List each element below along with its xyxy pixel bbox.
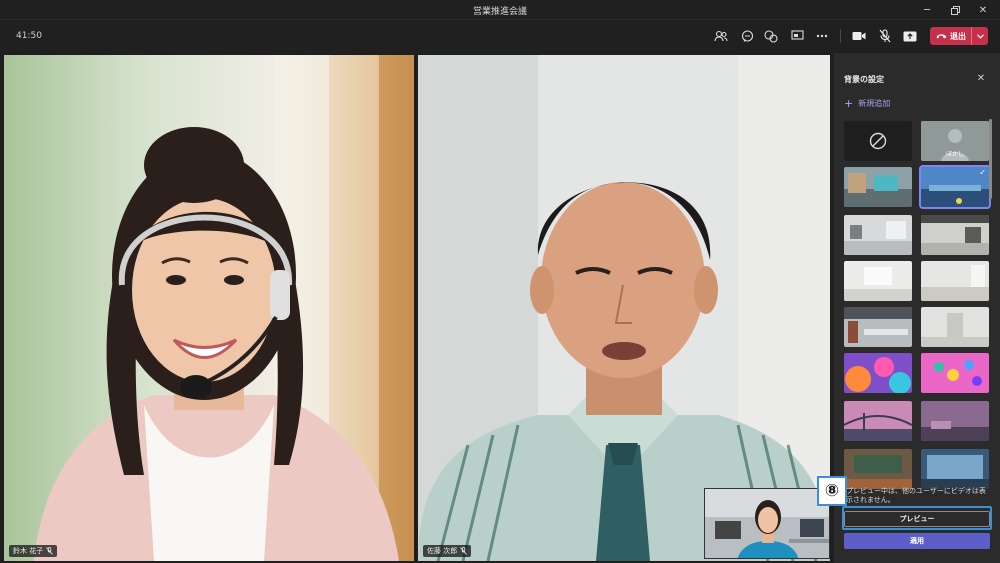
participant-name: 佐藤 次郎 [427, 547, 458, 555]
background-thumbnail[interactable] [844, 215, 912, 255]
chevron-down-icon[interactable] [972, 33, 988, 39]
restore-icon[interactable] [942, 2, 968, 18]
participant-video [418, 55, 830, 561]
chat-icon[interactable] [736, 26, 758, 46]
participant-tile[interactable]: 佐藤 次郎 [418, 55, 830, 561]
add-new-background-button[interactable]: + 新規追加 [844, 97, 890, 110]
leave-label: 退出 [950, 31, 966, 41]
bridge-thumbnail [844, 401, 912, 441]
meeting-toolbar: 41:50 退出 [0, 20, 1000, 52]
more-options-icon[interactable] [811, 26, 833, 46]
toolbar-divider [840, 29, 841, 43]
self-preview-image [705, 489, 829, 558]
hang-up-icon [936, 34, 947, 39]
leave-main[interactable]: 退出 [930, 27, 972, 45]
no-background-option[interactable] [844, 121, 912, 161]
white-room-thumbnail [844, 215, 912, 255]
loft-thumbnail [921, 215, 989, 255]
video-stage: 鈴木 花子 佐藤 次郎 [0, 53, 833, 561]
background-settings-panel: 背景の設定 ✕ + 新規追加 ぼかし ✓ プレビュー中は、他のユーザーにビデオは… [834, 53, 1000, 563]
background-thumbnail[interactable] [844, 307, 912, 347]
lounge-thumbnail [921, 401, 989, 441]
background-thumbnail-selected[interactable]: ✓ [919, 165, 991, 209]
preview-note: プレビュー中は、他のユーザーにビデオは表示されません。 [846, 487, 986, 504]
background-thumbnail[interactable] [921, 401, 989, 441]
step-number-badge: ⑧ [817, 476, 847, 506]
reactions-icon[interactable] [760, 26, 782, 46]
share-screen-icon[interactable] [786, 26, 808, 46]
mic-muted-icon [460, 547, 468, 555]
title-bar: 営業推進会議 ─ ✕ [0, 0, 1000, 20]
background-thumbnail[interactable] [921, 261, 989, 301]
bright-room-thumbnail [844, 261, 912, 301]
minimize-icon[interactable]: ─ [914, 2, 940, 18]
mic-muted-icon [46, 547, 54, 555]
background-thumbnail[interactable] [844, 261, 912, 301]
background-thumbnail[interactable] [921, 353, 989, 393]
blur-background-option[interactable]: ぼかし [921, 121, 989, 161]
participant-video [4, 55, 414, 561]
background-thumbnail[interactable] [844, 401, 912, 441]
background-thumbnail[interactable] [844, 167, 912, 207]
participant-tile[interactable]: 鈴木 花子 [4, 55, 414, 561]
checkmark-icon: ✓ [979, 168, 986, 177]
corridor-thumbnail [921, 307, 989, 347]
office-floor-thumbnail [844, 307, 912, 347]
window-title: 営業推進会議 [472, 7, 527, 17]
background-thumbnail[interactable] [921, 307, 989, 347]
balloons-thumbnail [921, 353, 989, 393]
self-preview-video[interactable] [704, 488, 830, 559]
background-thumbnail[interactable] [921, 215, 989, 255]
plus-icon: + [844, 97, 854, 110]
blur-label: ぼかし [945, 151, 964, 158]
apply-button[interactable]: 適用 [844, 533, 990, 549]
background-thumbnail[interactable] [844, 449, 912, 489]
close-window-icon[interactable]: ✕ [970, 2, 996, 18]
minimal-room-thumbnail [921, 261, 989, 301]
meeting-timer: 41:50 [16, 31, 42, 41]
participant-name-tag: 鈴木 花子 [9, 545, 58, 557]
office-lounge-thumbnail [844, 167, 912, 207]
classroom-thumbnail [844, 449, 912, 489]
no-background-icon [869, 132, 887, 150]
participant-name-tag: 佐藤 次郎 [423, 545, 472, 557]
add-new-label: 新規追加 [858, 99, 891, 108]
close-panel-icon[interactable]: ✕ [974, 71, 988, 85]
participant-name: 鈴木 花子 [13, 547, 44, 555]
panel-title: 背景の設定 [844, 75, 884, 84]
color-balls-thumbnail [844, 353, 912, 393]
space-station-thumbnail [921, 449, 989, 489]
participants-icon[interactable] [710, 26, 732, 46]
background-thumbnail[interactable] [844, 353, 912, 393]
microphone-muted-icon[interactable] [874, 26, 896, 46]
preview-button[interactable]: プレビュー [844, 511, 990, 527]
panel-scrollbar[interactable] [989, 119, 992, 199]
share-tray-icon[interactable] [899, 26, 921, 46]
background-thumbnail[interactable] [921, 449, 989, 489]
leave-button[interactable]: 退出 [930, 27, 988, 45]
camera-icon[interactable] [848, 26, 870, 46]
